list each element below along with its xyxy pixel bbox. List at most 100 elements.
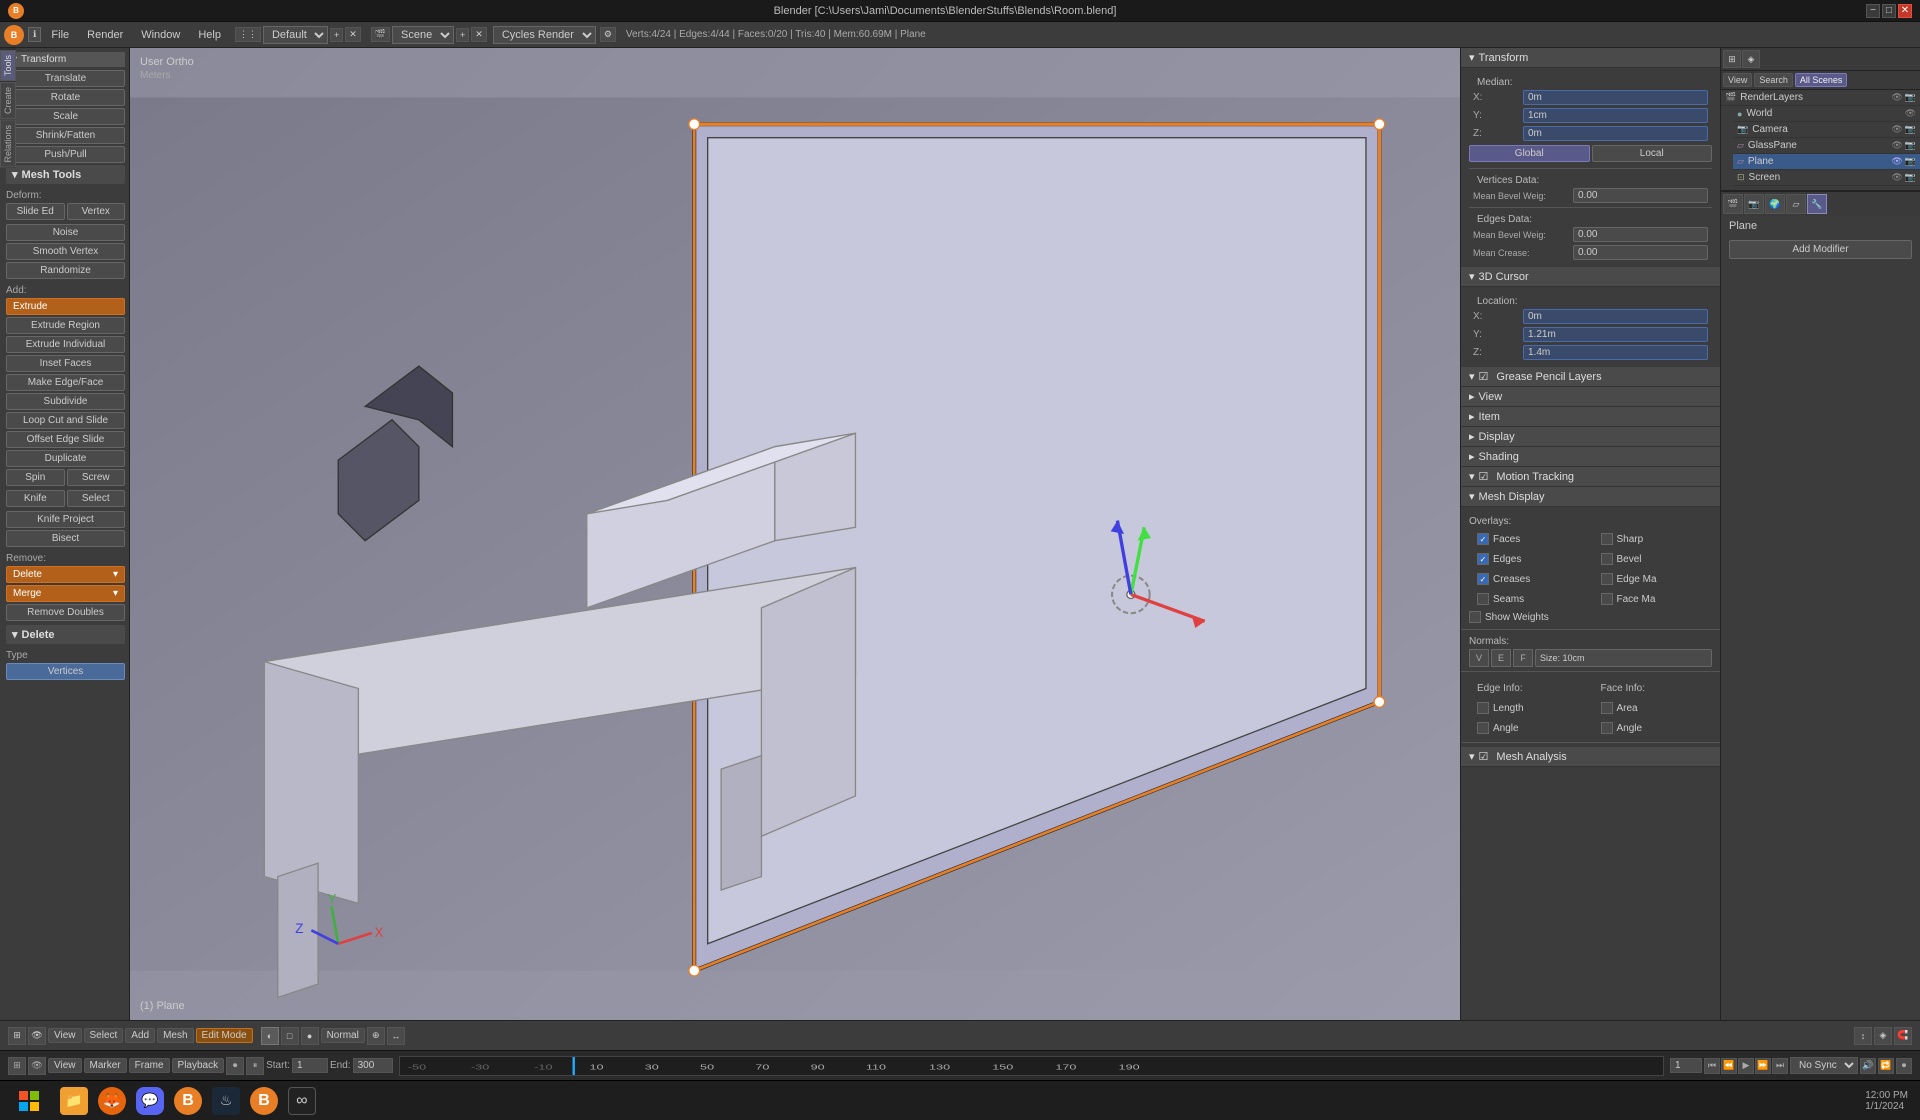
cursor-y-input[interactable]: 1.21m — [1523, 327, 1708, 342]
grease-pencil-checkbox[interactable]: ☑ — [1479, 370, 1489, 383]
sync-select[interactable]: No Sync — [1790, 1057, 1858, 1074]
minimize-button[interactable]: − — [1866, 4, 1880, 18]
add-modifier-btn[interactable]: Add Modifier — [1729, 240, 1912, 259]
steam-taskbar[interactable]: ♨ — [208, 1083, 244, 1119]
remove-doubles-btn[interactable]: Remove Doubles — [6, 604, 125, 621]
randomize-btn[interactable]: Randomize — [6, 262, 125, 279]
prop-icon-modifier[interactable]: 🔧 — [1807, 194, 1827, 214]
angle2-checkbox[interactable] — [1601, 722, 1613, 734]
timeline-frame-btn[interactable]: Frame — [129, 1058, 170, 1073]
snap-btn[interactable]: 🧲 — [1894, 1027, 1912, 1045]
cursor-section-header[interactable]: ▾ 3D Cursor — [1461, 267, 1720, 287]
normals-btn-1[interactable]: V — [1469, 649, 1489, 667]
screen-render[interactable]: 📷 — [1905, 172, 1916, 183]
select-menu-btn[interactable]: Select — [84, 1028, 124, 1043]
outliner-row-world[interactable]: ● World 👁 — [1733, 106, 1920, 122]
start-frame-input[interactable] — [292, 1058, 328, 1073]
prop-icon-world[interactable]: 🌍 — [1765, 194, 1785, 214]
extrude-region-btn[interactable]: Extrude Region — [6, 317, 125, 334]
outliner-row-renderlayers[interactable]: 🎬 RenderLayers 👁 📷 — [1721, 90, 1920, 106]
epic-taskbar[interactable]: ∞ — [284, 1083, 320, 1119]
noise-btn[interactable]: Noise — [6, 224, 125, 241]
blender-taskbar[interactable]: B — [170, 1083, 206, 1119]
blender2-taskbar[interactable]: B — [246, 1083, 282, 1119]
screw-btn[interactable]: Screw — [67, 469, 126, 486]
firefox-taskbar[interactable]: 🦊 — [94, 1083, 130, 1119]
next-keyframe-btn[interactable]: ⏩ — [1755, 1058, 1771, 1074]
timeline-playback-btn[interactable]: Playback — [172, 1058, 225, 1073]
outliner-row-camera[interactable]: 📷 Camera 👁 📷 — [1733, 122, 1920, 138]
scene-select[interactable]: Scene — [392, 26, 454, 44]
outliner-row-plane[interactable]: ▱ Plane 👁 📷 — [1733, 154, 1920, 170]
plane-render[interactable]: 📷 — [1905, 156, 1916, 167]
layout-select[interactable]: Default — [263, 26, 328, 44]
creases-checkbox[interactable]: ✓ — [1477, 573, 1489, 585]
pivot-icon[interactable]: ⊕ — [367, 1027, 385, 1045]
sharp-checkbox[interactable] — [1601, 533, 1613, 545]
mesh-tools-header[interactable]: ▾ Mesh Tools — [6, 165, 125, 184]
timeline-ruler[interactable]: -50 -30 -10 10 30 50 70 90 110 130 150 1… — [399, 1056, 1664, 1076]
mean-crease-input[interactable]: 0.00 — [1573, 245, 1708, 260]
extrude-individual-btn[interactable]: Extrude Individual — [6, 336, 125, 353]
plane-visibility[interactable]: 👁 — [1891, 156, 1902, 167]
jump-start-btn[interactable]: ⏮ — [1704, 1058, 1720, 1074]
scrubbing-btn[interactable]: ⏺ — [1896, 1058, 1912, 1074]
screen-visibility[interactable]: 👁 — [1891, 172, 1902, 183]
transform-x-input[interactable]: 0m — [1523, 90, 1708, 105]
play-pause-btn[interactable]: ⏸ — [246, 1057, 264, 1075]
timeline-view-icon[interactable]: 👁 — [28, 1057, 46, 1075]
knife-btn[interactable]: Knife — [6, 490, 65, 507]
view-header[interactable]: ▸ View — [1461, 387, 1720, 407]
timeline-mode-icon[interactable]: ⊞ — [8, 1057, 26, 1075]
face-ma-checkbox[interactable] — [1601, 593, 1613, 605]
side-tab-create[interactable]: Create — [0, 82, 16, 119]
view-menu-btn[interactable]: View — [48, 1028, 82, 1043]
remove-scene-btn[interactable]: ✕ — [471, 27, 487, 42]
mean-bevel-vert-input[interactable]: 0.00 — [1573, 188, 1708, 203]
file-menu[interactable]: File — [43, 27, 77, 43]
bevel-checkbox[interactable] — [1601, 553, 1613, 565]
inset-faces-btn[interactable]: Inset Faces — [6, 355, 125, 372]
merge-btn[interactable]: Merge ▾ — [6, 585, 125, 602]
normals-btn-2[interactable]: E — [1491, 649, 1511, 667]
offset-edge-btn[interactable]: Offset Edge Slide — [6, 431, 125, 448]
motion-tracking-checkbox[interactable]: ☑ — [1479, 470, 1489, 483]
shading-header[interactable]: ▸ Shading — [1461, 447, 1720, 467]
smooth-vertex-btn[interactable]: Smooth Vertex — [6, 243, 125, 260]
grease-pencil-header[interactable]: ▾ ☑ Grease Pencil Layers — [1461, 367, 1720, 387]
outliner-all-scenes-tab[interactable]: All Scenes — [1795, 73, 1848, 87]
outliner-icon-2[interactable]: ◈ — [1742, 50, 1760, 68]
delete-header[interactable]: ▾ Delete — [6, 625, 125, 644]
manipulator-btn[interactable]: ↕ — [1854, 1027, 1872, 1045]
transform-z-input[interactable]: 0m — [1523, 126, 1708, 141]
close-button[interactable]: ✕ — [1898, 4, 1912, 18]
select-btn[interactable]: Select — [67, 490, 126, 507]
viewport-mode-icon[interactable]: ⊞ — [8, 1027, 26, 1045]
render-layers-visibility[interactable]: 👁 — [1891, 92, 1902, 103]
viewport-shading-solid[interactable]: ● — [301, 1027, 319, 1045]
loop-btn[interactable]: 🔁 — [1878, 1058, 1894, 1074]
prop-icon-object[interactable]: ▱ — [1786, 194, 1806, 214]
angle-checkbox[interactable] — [1477, 722, 1489, 734]
record-btn[interactable]: ⏺ — [226, 1057, 244, 1075]
engine-settings-btn[interactable]: ⚙ — [600, 27, 616, 42]
file-explorer-taskbar[interactable]: 📁 — [56, 1083, 92, 1119]
window-menu[interactable]: Window — [133, 27, 188, 43]
current-frame-input[interactable] — [1670, 1058, 1702, 1073]
render-menu[interactable]: Render — [79, 27, 131, 43]
global-btn[interactable]: Global — [1469, 145, 1590, 162]
audio-btn[interactable]: 🔊 — [1860, 1058, 1876, 1074]
motion-tracking-header[interactable]: ▾ ☑ Motion Tracking — [1461, 467, 1720, 487]
knife-project-btn[interactable]: Knife Project — [6, 511, 125, 528]
camera-render[interactable]: 📷 — [1905, 124, 1916, 135]
loop-cut-btn[interactable]: Loop Cut and Slide — [6, 412, 125, 429]
faces-checkbox[interactable]: ✓ — [1477, 533, 1489, 545]
slide-edge-btn[interactable]: Slide Ed — [6, 203, 65, 220]
edges-checkbox[interactable]: ✓ — [1477, 553, 1489, 565]
translate-btn[interactable]: Translate — [6, 70, 125, 87]
remove-layout-btn[interactable]: ✕ — [345, 27, 361, 42]
outliner-view-tab[interactable]: View — [1723, 73, 1752, 87]
outliner-icon-1[interactable]: ⊞ — [1723, 50, 1741, 68]
mesh-display-header[interactable]: ▾ Mesh Display — [1461, 487, 1720, 507]
mean-bevel-edge-input[interactable]: 0.00 — [1573, 227, 1708, 242]
